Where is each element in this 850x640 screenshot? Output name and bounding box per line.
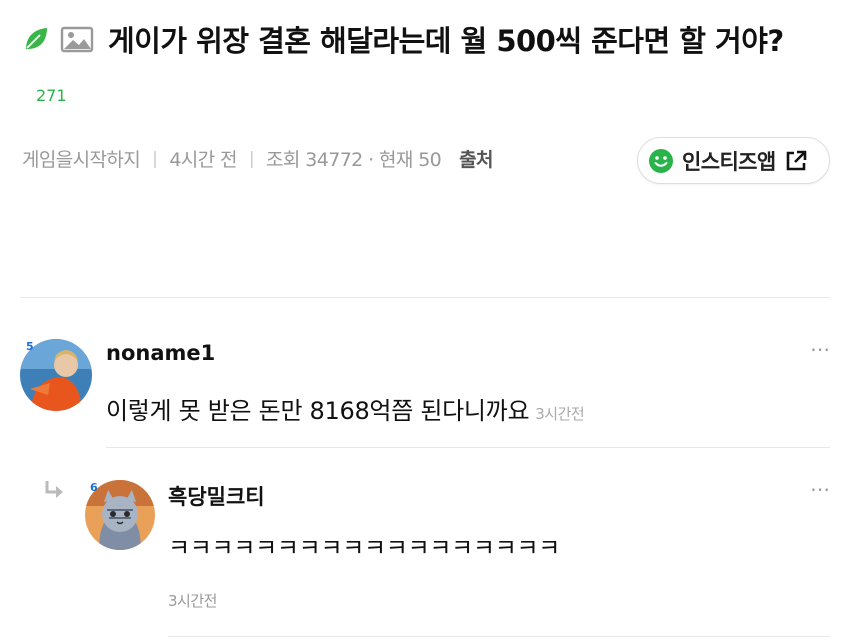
post-views: 조회 34772 · 현재 50 [266, 149, 442, 171]
source-link[interactable]: 출처 [459, 145, 493, 172]
external-link-icon [784, 149, 808, 173]
comment-divider [106, 447, 830, 448]
meta-separator: | [152, 148, 158, 169]
post-page: 게이가 위장 결혼 해달라는데 월 500씩 준다면 할 거야? 271 게임을… [0, 0, 850, 640]
post-author[interactable]: 게임을시작하지 [22, 145, 141, 172]
level-badge: 6 [90, 481, 98, 494]
comment-body: 이렇게 못 받은 돈만 8168억쯤 된다니까요 3시간전 [106, 391, 585, 426]
app-button-label: 인스티즈앱 [682, 149, 776, 174]
post-title: 게이가 위장 결혼 해달라는데 월 500씩 준다면 할 거야? [108, 24, 784, 58]
level-badge: 5 [26, 340, 34, 353]
leaf-icon [22, 25, 50, 53]
reply-arrow-icon [44, 480, 66, 500]
reply-time: 3시간전 [168, 592, 217, 610]
more-icon[interactable]: ⋯ [810, 337, 831, 361]
reply-body: ㅋㅋㅋㅋㅋㅋㅋㅋㅋㅋㅋㅋㅋㅋㅋㅋㅋㅋ [168, 534, 561, 562]
reply-author[interactable]: 흑당밀크티 [168, 481, 265, 511]
smile-icon [648, 148, 674, 174]
content-divider [20, 297, 830, 298]
comment-time: 3시간전 [535, 405, 585, 423]
open-app-button[interactable]: 인스티즈앱 [637, 137, 830, 184]
more-icon[interactable]: ⋯ [810, 477, 831, 501]
meta-separator: | [248, 148, 255, 169]
vote-count: 271 [36, 86, 67, 105]
post-time: 4시간 전 [169, 149, 237, 171]
reply-divider [168, 636, 830, 637]
post-title-row: 게이가 위장 결혼 해달라는데 월 500씩 준다면 할 거야? [22, 18, 784, 60]
comment-author[interactable]: noname1 [106, 341, 215, 365]
post-meta: 게임을시작하지 | 4시간 전 | 조회 34772 · 현재 50 출처 [22, 145, 494, 172]
comment-text: 이렇게 못 받은 돈만 8168억쯤 된다니까요 [106, 397, 530, 425]
image-icon [60, 24, 94, 54]
